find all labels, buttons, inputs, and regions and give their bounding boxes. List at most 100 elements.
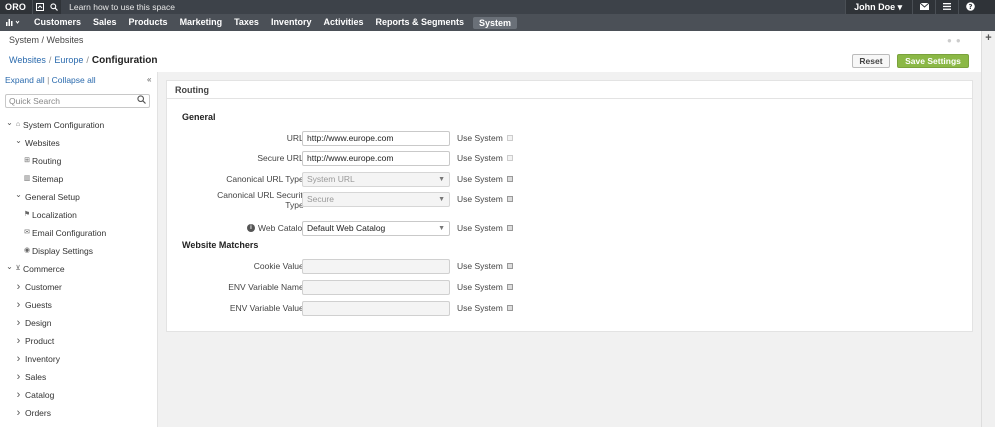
web-catalog-label: i Web Catalog <box>247 223 307 233</box>
canonical-security-value: Secure <box>307 194 334 204</box>
chevron-right-icon[interactable]: › <box>14 386 23 404</box>
menu-marketing[interactable]: Marketing <box>174 14 229 31</box>
learn-banner[interactable]: Learn how to use this space <box>61 0 846 14</box>
env-name-input[interactable] <box>302 280 450 295</box>
tree-item[interactable]: ⌄ Websites <box>0 134 157 152</box>
menu-customers[interactable]: Customers <box>28 14 87 31</box>
menu-inventory[interactable]: Inventory <box>265 14 318 31</box>
chevron-right-icon[interactable]: › <box>14 314 23 332</box>
menu-sales[interactable]: Sales <box>87 14 123 31</box>
use-system-checkbox[interactable] <box>506 195 513 202</box>
chevron-down-icon[interactable]: ⌄ <box>5 114 14 132</box>
cart-icon: ⊻ <box>15 265 21 272</box>
breadcrumb-europe[interactable]: Europe <box>54 55 83 65</box>
breadcrumb-websites[interactable]: Websites <box>9 55 46 65</box>
tree-item-label: General Setup <box>25 192 80 202</box>
use-system-checkbox[interactable] <box>506 175 513 182</box>
info-icon[interactable]: i <box>247 223 256 232</box>
url-input[interactable]: http://www.europe.com <box>302 131 450 146</box>
tree-item[interactable]: › Customer <box>0 278 157 296</box>
collapse-sidebar-icon[interactable]: « <box>147 75 151 84</box>
user-menu[interactable]: John Doe ▾ <box>846 2 912 13</box>
use-system-checkbox[interactable] <box>506 262 513 269</box>
tree-item[interactable]: › Inventory <box>0 350 157 368</box>
menu-products[interactable]: Products <box>123 14 174 31</box>
top-bar: ORO Learn how to use this space John Doe… <box>0 0 995 14</box>
tree-item[interactable]: › Catalog <box>0 386 157 404</box>
use-system-checkbox[interactable] <box>506 224 513 231</box>
chevron-right-icon[interactable]: › <box>14 404 23 422</box>
tree-item-label: Display Settings <box>32 246 93 256</box>
chevron-down-icon[interactable]: ⌄ <box>14 132 23 150</box>
oro-logo[interactable]: ORO <box>0 2 32 12</box>
quick-search-input[interactable] <box>6 95 131 107</box>
canonical-type-select[interactable]: System URL ▼ <box>302 172 450 187</box>
use-system-checkbox[interactable] <box>506 154 513 161</box>
canonical-security-select[interactable]: Secure ▼ <box>302 192 450 207</box>
row-env-name: ENV Variable Name* Use System <box>167 280 972 296</box>
menu-taxes[interactable]: Taxes <box>228 14 265 31</box>
use-system-label: Use System <box>457 303 503 313</box>
tree-item[interactable]: ⊞ Routing <box>0 152 157 170</box>
use-system-label: Use System <box>457 223 503 233</box>
expand-collapse-links: Expand all | Collapse all <box>5 75 96 85</box>
chevron-down-icon[interactable]: ⌄ <box>5 258 14 276</box>
menu-reports-segments[interactable]: Reports & Segments <box>369 14 470 31</box>
dashboard-icon[interactable] <box>0 18 28 28</box>
chevron-right-icon[interactable]: › <box>14 350 23 368</box>
config-sidebar: Expand all | Collapse all « ⌄⌂System Con… <box>0 72 157 427</box>
tree-item[interactable]: ⌄ General Setup <box>0 188 157 206</box>
page-title: Configuration <box>91 55 158 66</box>
use-system-checkbox[interactable] <box>506 304 513 311</box>
search-icon[interactable] <box>137 95 146 106</box>
use-system-checkbox[interactable] <box>506 283 513 290</box>
tree-item-label: Commerce <box>23 264 65 274</box>
canonical-security-label: Canonical URL Security Type* <box>217 190 307 210</box>
tree-item-label: Orders <box>25 408 51 418</box>
tree-item-label: Sitemap <box>32 174 64 184</box>
tree-item[interactable]: › Guests <box>0 296 157 314</box>
tree-item[interactable]: ⚑ Localization <box>0 206 157 224</box>
envelope-icon[interactable] <box>913 2 935 12</box>
expand-all-link[interactable]: Expand all <box>5 75 45 85</box>
save-settings-button[interactable]: Save Settings <box>897 54 969 68</box>
cookie-value-input[interactable] <box>302 259 450 274</box>
chevron-down-icon[interactable]: ⌄ <box>14 186 23 204</box>
reset-button[interactable]: Reset <box>852 54 890 68</box>
menu-system[interactable]: System <box>473 16 518 29</box>
tree-item[interactable]: › Design <box>0 314 157 332</box>
secure-url-input[interactable]: http://www.europe.com <box>302 151 450 166</box>
envelope-icon: ✉ <box>24 229 30 236</box>
sitemap-icon: ⊞ <box>24 157 30 164</box>
chevron-right-icon[interactable]: › <box>14 332 23 350</box>
main-menu: Customers Sales Products Marketing Taxes… <box>0 14 995 31</box>
pin-icon[interactable] <box>33 0 47 14</box>
tree-item[interactable]: ◉ Display Settings <box>0 242 157 260</box>
tree-item[interactable]: ⌄ ⌂ System Configuration <box>0 116 157 134</box>
tree-item[interactable]: › Orders <box>0 404 157 422</box>
collapse-all-link[interactable]: Collapse all <box>52 75 96 85</box>
web-catalog-select[interactable]: Default Web Catalog ▼ <box>302 221 450 236</box>
tree-item[interactable]: ▥ Sitemap <box>0 170 157 188</box>
chevron-right-icon[interactable]: › <box>14 296 23 314</box>
chevron-down-icon: ▼ <box>438 225 445 232</box>
env-name-label: ENV Variable Name* <box>228 282 307 292</box>
plus-icon[interactable]: + <box>982 32 995 44</box>
use-system-checkbox[interactable] <box>506 134 513 141</box>
search-icon[interactable] <box>47 0 61 14</box>
tree-item[interactable]: › Product <box>0 332 157 350</box>
env-value-input[interactable] <box>302 301 450 316</box>
tree-item-label: Design <box>25 318 52 328</box>
tree-item[interactable]: ✉ Email Configuration <box>0 224 157 242</box>
tree-item-label: Inventory <box>25 354 60 364</box>
chevron-right-icon[interactable]: › <box>14 278 23 296</box>
chevron-right-icon[interactable]: › <box>14 368 23 386</box>
menu-activities[interactable]: Activities <box>317 14 369 31</box>
breadcrumb-separator: / <box>86 55 89 65</box>
tree-item-label: Customer <box>25 282 62 292</box>
help-icon[interactable]: ? <box>959 1 981 13</box>
tree-item-label: Routing <box>32 156 62 166</box>
tree-item[interactable]: › Sales <box>0 368 157 386</box>
tree-item[interactable]: ⌄ ⊻ Commerce <box>0 260 157 278</box>
list-icon[interactable] <box>936 2 958 12</box>
